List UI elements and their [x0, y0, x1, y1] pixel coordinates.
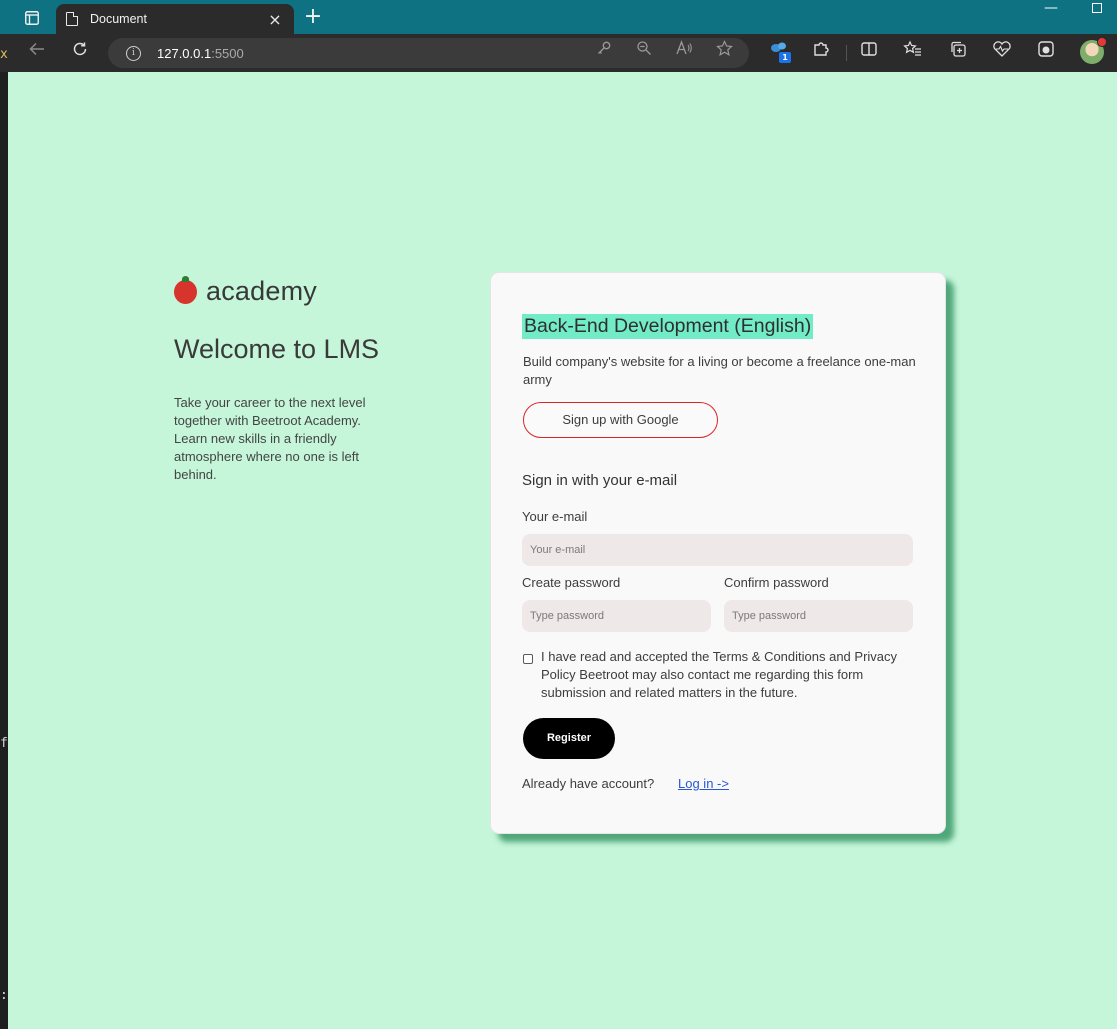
- course-title: Back-End Development (English): [522, 314, 814, 339]
- collections-icon[interactable]: [945, 40, 971, 66]
- refresh-icon[interactable]: [67, 40, 93, 66]
- favorite-star-icon[interactable]: [714, 40, 734, 60]
- browser-tab-active[interactable]: Document ×: [56, 4, 294, 34]
- course-description: Build company's website for a living or …: [523, 354, 916, 387]
- brand-logo: academy: [174, 275, 317, 307]
- toolbar-divider: [846, 45, 847, 61]
- new-tab-button[interactable]: +: [300, 5, 326, 31]
- confirm-password-field[interactable]: [724, 600, 913, 632]
- create-password-label: Create password: [522, 575, 621, 590]
- page-viewport: academy Welcome to LMS Take your career …: [8, 72, 1117, 1029]
- extension-paw-icon[interactable]: 1: [767, 40, 793, 66]
- registration-card: Back-End Development (English) Build com…: [490, 272, 946, 834]
- terms-checkbox[interactable]: [523, 654, 533, 664]
- login-link[interactable]: Log in ->: [678, 776, 729, 791]
- browser-toolbar: i 127.0.0.1:5500 1: [0, 34, 1117, 72]
- browser-title-bar: Document × + —: [0, 0, 1117, 34]
- profile-avatar[interactable]: [1080, 37, 1107, 64]
- document-icon: [66, 12, 78, 26]
- edge-bar-icon[interactable]: [1033, 40, 1059, 66]
- maximize-window-icon[interactable]: [1092, 3, 1102, 13]
- signin-heading: Sign in with your e-mail: [522, 472, 678, 489]
- browser-essentials-icon[interactable]: [989, 40, 1015, 66]
- left-strip-char-3: :: [0, 988, 8, 1003]
- back-icon[interactable]: [24, 40, 50, 66]
- key-icon[interactable]: [594, 40, 614, 60]
- tab-title: Document: [90, 12, 147, 26]
- confirm-password-label: Confirm password: [724, 575, 829, 590]
- site-info-icon[interactable]: i: [126, 45, 141, 61]
- minimize-window-icon[interactable]: —: [1044, 0, 1058, 18]
- url-host: 127.0.0.1: [157, 45, 212, 61]
- tab-actions-icon[interactable]: [18, 7, 46, 29]
- left-strip-char-1: x: [0, 47, 8, 62]
- google-signup-button[interactable]: Sign up with Google: [523, 402, 718, 438]
- close-tab-icon[interactable]: ×: [266, 10, 284, 29]
- left-strip-char-2: f: [0, 736, 8, 751]
- account-prompt: Already have account?: [522, 776, 655, 791]
- intro-text: Take your career to the next level toget…: [174, 395, 366, 482]
- extension-badge: 1: [779, 52, 791, 63]
- favorites-icon[interactable]: [900, 40, 926, 66]
- read-aloud-icon[interactable]: [674, 40, 694, 60]
- page-title: Welcome to LMS: [174, 334, 380, 364]
- email-field[interactable]: [522, 534, 913, 566]
- register-button[interactable]: Register: [523, 718, 615, 759]
- beetroot-icon: [174, 275, 197, 304]
- url-port: :5500: [211, 45, 244, 61]
- email-label: Your e-mail: [522, 509, 588, 524]
- extensions-puzzle-icon[interactable]: [808, 40, 834, 66]
- brand-name: academy: [206, 276, 317, 306]
- create-password-field[interactable]: [522, 600, 711, 632]
- zoom-out-icon[interactable]: [634, 40, 654, 60]
- terms-text: I have read and accepted the Terms & Con…: [541, 649, 898, 700]
- split-screen-icon[interactable]: [856, 40, 882, 66]
